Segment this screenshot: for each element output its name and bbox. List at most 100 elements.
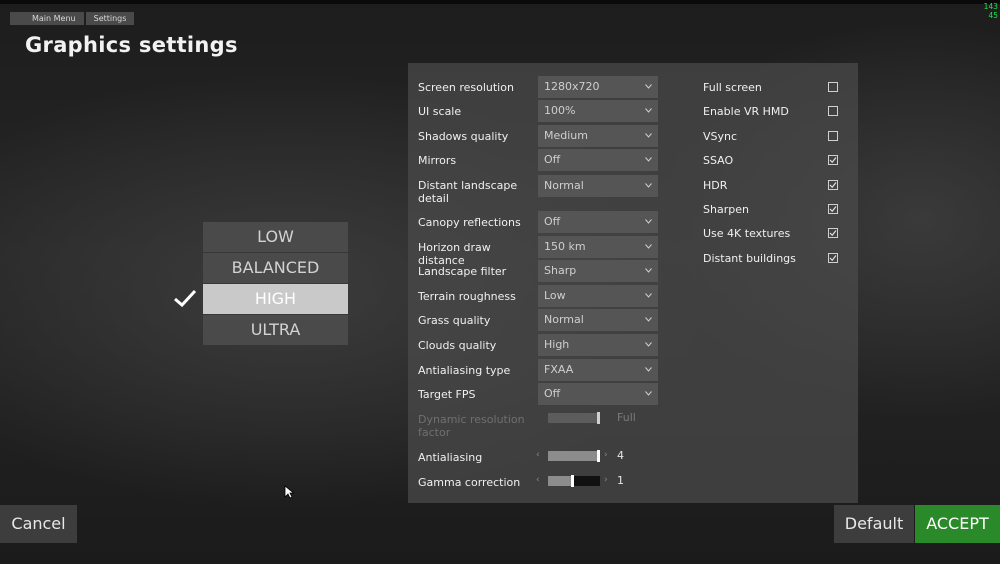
preset-selector: LOW BALANCED HIGH ULTRA	[203, 222, 348, 346]
antialiasing-slider[interactable]: ‹ › 4	[526, 449, 666, 463]
setting-label: Antialiasing type	[418, 364, 511, 377]
cancel-button[interactable]: Cancel	[0, 505, 77, 543]
check-icon	[829, 206, 837, 213]
preset-ultra[interactable]: ULTRA	[203, 315, 348, 345]
distant-buildings-checkbox[interactable]	[828, 253, 838, 263]
setting-label: Shadows quality	[418, 130, 509, 143]
chevron-down-icon	[645, 268, 652, 273]
dropdown-value: Off	[544, 153, 561, 166]
dropdown-value: Off	[544, 387, 561, 400]
mouse-pointer-icon	[284, 485, 294, 499]
slider-fill	[548, 413, 600, 423]
toggle-label: Full screen	[703, 81, 762, 94]
sharpen-checkbox[interactable]	[828, 204, 838, 214]
shadows-quality-dropdown[interactable]: Medium	[538, 125, 658, 147]
chevron-down-icon	[645, 157, 652, 162]
preset-high[interactable]: HIGH	[203, 284, 348, 314]
check-icon	[829, 157, 837, 164]
toggle-label: HDR	[703, 179, 728, 192]
check-icon	[174, 289, 197, 308]
setting-label: Landscape filter	[418, 265, 507, 278]
setting-label: Screen resolution	[418, 81, 514, 94]
slider-thumb[interactable]	[597, 450, 600, 462]
settings-panel: Screen resolution 1280x720 UI scale 100%…	[408, 63, 858, 503]
slider-track	[548, 412, 600, 424]
ui-scale-dropdown[interactable]: 100%	[538, 100, 658, 122]
toggle-label: Distant buildings	[703, 252, 796, 265]
preset-low[interactable]: LOW	[203, 222, 348, 252]
hdr-checkbox[interactable]	[828, 180, 838, 190]
slider-left-arrow-icon[interactable]: ‹	[536, 475, 540, 485]
check-icon	[829, 255, 837, 262]
breadcrumb-main-menu[interactable]: Main Menu	[10, 12, 84, 25]
chevron-down-icon	[645, 133, 652, 138]
slider-right-arrow-icon[interactable]: ›	[604, 450, 608, 460]
dynamic-resolution-slider: Full	[526, 411, 666, 425]
chevron-down-icon	[645, 219, 652, 224]
slider-fill	[548, 451, 600, 461]
chevron-down-icon	[645, 391, 652, 396]
chevron-down-icon	[645, 108, 652, 113]
antialiasing-type-dropdown[interactable]: FXAA	[538, 359, 658, 381]
horizon-draw-distance-dropdown[interactable]: 150 km	[538, 236, 658, 258]
slider-thumb	[597, 412, 600, 424]
setting-label: Mirrors	[418, 154, 457, 167]
full-screen-checkbox[interactable]	[828, 82, 838, 92]
check-icon	[829, 182, 837, 189]
enable-vr-hmd-checkbox[interactable]	[828, 106, 838, 116]
canopy-reflections-dropdown[interactable]: Off	[538, 211, 658, 233]
slider-left-arrow-icon[interactable]: ‹	[536, 450, 540, 460]
distant-landscape-detail-dropdown[interactable]: Normal	[538, 175, 658, 197]
dropdown-value: High	[544, 338, 570, 351]
ssao-checkbox[interactable]	[828, 155, 838, 165]
breadcrumb: Main Menu Settings	[10, 12, 135, 25]
terrain-roughness-dropdown[interactable]: Low	[538, 285, 658, 307]
chevron-down-icon	[645, 183, 652, 188]
slider-value: 1	[617, 474, 624, 487]
setting-label: Grass quality	[418, 314, 491, 327]
chevron-down-icon	[645, 367, 652, 372]
toggle-label: Use 4K textures	[703, 227, 791, 240]
setting-label: Clouds quality	[418, 339, 497, 352]
setting-label: Horizon draw distance	[418, 241, 491, 267]
setting-label: Distant landscape detail	[418, 179, 518, 205]
dropdown-value: Low	[544, 289, 566, 302]
accept-button[interactable]: ACCEPT	[915, 505, 1000, 543]
toggle-label: VSync	[703, 130, 738, 143]
setting-label: Gamma correction	[418, 476, 521, 489]
dropdown-value: Normal	[544, 313, 584, 326]
preset-balanced[interactable]: BALANCED	[203, 253, 348, 283]
top-strip	[0, 0, 1000, 4]
chevron-down-icon	[645, 244, 652, 249]
use-4k-textures-checkbox[interactable]	[828, 228, 838, 238]
screen-resolution-dropdown[interactable]: 1280x720	[538, 76, 658, 98]
setting-label: UI scale	[418, 105, 462, 118]
dropdown-value: 1280x720	[544, 80, 600, 93]
check-icon	[829, 230, 837, 237]
grass-quality-dropdown[interactable]: Normal	[538, 309, 658, 331]
slider-thumb[interactable]	[571, 475, 574, 487]
gamma-correction-slider[interactable]: ‹ › 1	[526, 474, 666, 488]
slider-track[interactable]	[548, 450, 600, 462]
fps-counter-line1: 143	[983, 2, 998, 11]
dropdown-value: 150 km	[544, 240, 586, 253]
slider-value: Full	[617, 411, 636, 424]
default-button[interactable]: Default	[834, 505, 914, 543]
clouds-quality-dropdown[interactable]: High	[538, 334, 658, 356]
landscape-filter-dropdown[interactable]: Sharp	[538, 260, 658, 282]
chevron-down-icon	[645, 317, 652, 322]
breadcrumb-settings[interactable]: Settings	[85, 12, 135, 25]
page-title: Graphics settings	[25, 33, 238, 57]
dropdown-value: 100%	[544, 104, 576, 117]
fps-counter: 143 45	[984, 2, 998, 20]
mirrors-dropdown[interactable]: Off	[538, 149, 658, 171]
target-fps-dropdown[interactable]: Off	[538, 383, 658, 405]
dropdown-value: Off	[544, 215, 561, 228]
vsync-checkbox[interactable]	[828, 131, 838, 141]
slider-right-arrow-icon[interactable]: ›	[604, 475, 608, 485]
dropdown-value: Medium	[544, 129, 588, 142]
dropdown-value: FXAA	[544, 363, 574, 376]
slider-track[interactable]	[548, 475, 600, 487]
dropdown-value: Normal	[544, 179, 584, 192]
dropdown-value: Sharp	[544, 264, 577, 277]
